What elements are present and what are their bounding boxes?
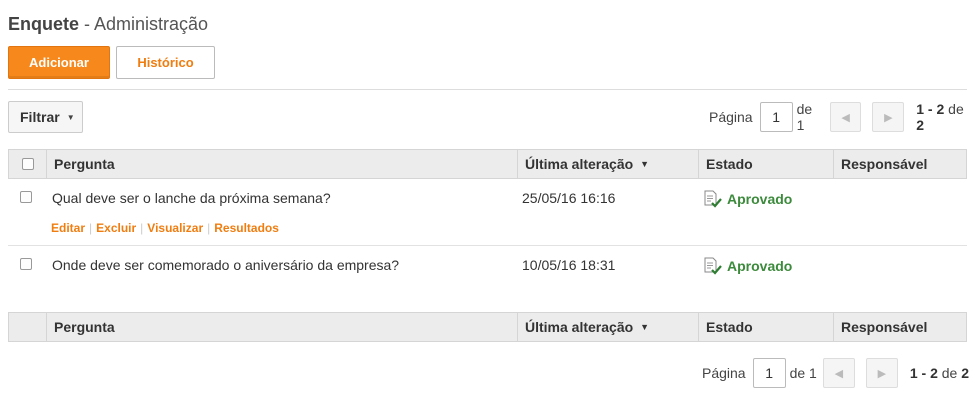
edit-link[interactable]: Editar <box>51 221 85 235</box>
row-date: 25/05/16 16:16 <box>522 190 616 206</box>
select-all-cell <box>9 150 46 178</box>
results-link[interactable]: Resultados <box>214 221 279 235</box>
prev-page-button[interactable]: ◀ <box>822 358 855 388</box>
pager-bottom: Página de 1 ◀ ▶ 1 - 2 de 2 <box>702 358 969 388</box>
row-status: Aprovado <box>703 190 792 208</box>
col-footer-status[interactable]: Estado <box>698 313 833 341</box>
col-header-question[interactable]: Pergunta <box>46 150 517 178</box>
col-header-status[interactable]: Estado <box>698 150 833 178</box>
col-footer-responsible[interactable]: Responsável <box>833 313 966 341</box>
add-button[interactable]: Adicionar <box>8 46 110 79</box>
table-footer-header: Pergunta Última alteração ▼ Estado Respon… <box>8 312 967 342</box>
row-divider <box>8 245 967 246</box>
chevron-left-icon: ◀ <box>841 111 850 124</box>
prev-page-button[interactable]: ◀ <box>829 102 862 132</box>
sort-desc-icon: ▼ <box>640 159 650 169</box>
row-question[interactable]: Onde deve ser comemorado o aniversário d… <box>52 257 399 273</box>
pager-count: 1 - 2 de 2 <box>909 365 970 381</box>
table-header: Pergunta Última alteração ▼ Estado Respon… <box>8 149 967 179</box>
approved-document-icon <box>704 257 722 275</box>
row-question[interactable]: Qual deve ser o lanche da próxima semana… <box>52 190 331 206</box>
caret-down-icon: ▼ <box>66 112 75 122</box>
table-row: Onde deve ser comemorado o aniversário d… <box>8 247 967 297</box>
pager-label: Página <box>709 109 753 125</box>
row-status: Aprovado <box>703 257 792 275</box>
page-number-input[interactable] <box>759 102 793 132</box>
page-title-bold: Enquete <box>8 14 80 34</box>
pager-label: Página <box>702 365 746 381</box>
row-date: 10/05/16 18:31 <box>522 257 616 273</box>
filter-button[interactable]: Filtrar ▼ <box>8 101 83 133</box>
table-row: Qual deve ser o lanche da próxima semana… <box>8 180 967 244</box>
pager-of: de 1 <box>796 101 813 133</box>
divider <box>8 89 967 90</box>
pager-count: 1 - 2 de 2 <box>916 101 964 133</box>
approved-document-icon <box>704 190 722 208</box>
row-actions: Editar | Excluir | Visualizar | Resultados <box>51 221 279 235</box>
chevron-right-icon: ▶ <box>884 111 893 124</box>
chevron-right-icon: ▶ <box>877 367 887 380</box>
history-button[interactable]: Histórico <box>116 46 215 79</box>
select-all-checkbox[interactable] <box>21 158 34 170</box>
delete-link[interactable]: Excluir <box>96 221 136 235</box>
view-link[interactable]: Visualizar <box>147 221 203 235</box>
next-page-button[interactable]: ▶ <box>865 358 898 388</box>
row-checkbox[interactable] <box>20 191 32 203</box>
page-number-input[interactable] <box>752 358 786 388</box>
page-title-rest: - Administração <box>79 14 209 34</box>
filter-label: Filtrar <box>20 109 60 125</box>
chevron-left-icon: ◀ <box>834 367 844 380</box>
row-checkbox[interactable] <box>20 258 32 270</box>
footer-select-cell <box>9 313 46 341</box>
col-footer-question[interactable]: Pergunta <box>46 313 517 341</box>
page-title: Enquete - Administração <box>8 14 208 35</box>
col-footer-modified[interactable]: Última alteração ▼ <box>517 313 698 341</box>
col-header-modified[interactable]: Última alteração ▼ <box>517 150 698 178</box>
col-header-responsible[interactable]: Responsável <box>833 150 966 178</box>
sort-desc-icon: ▼ <box>640 322 650 332</box>
pager-top: Página de 1 ◀ ▶ 1 - 2 de 2 <box>709 101 975 133</box>
pager-of: de 1 <box>789 365 817 381</box>
next-page-button[interactable]: ▶ <box>872 102 905 132</box>
